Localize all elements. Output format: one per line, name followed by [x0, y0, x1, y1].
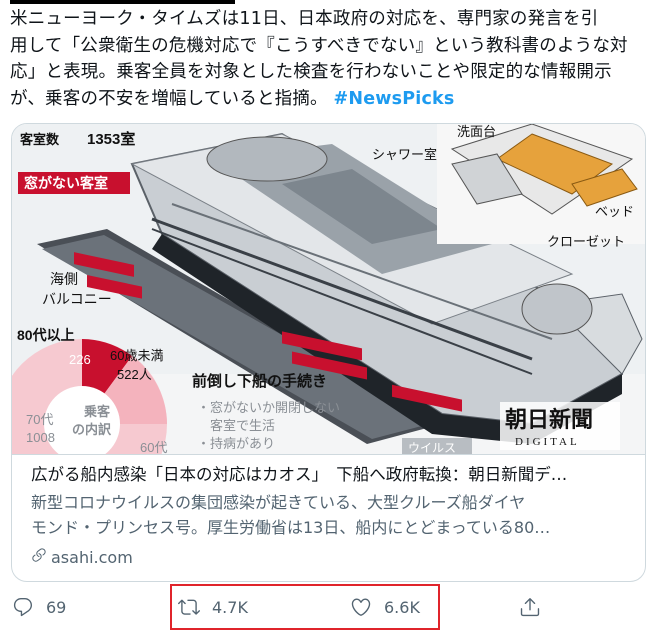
asahi-logo: 朝日新聞 — [505, 407, 593, 432]
ship-infographic: 洗面台 シャワー室 ベッド クローゼット 客室数 1353室 窓がない客室 海側… — [12, 124, 645, 454]
share-icon — [519, 596, 541, 618]
closet-label: クローゼット — [547, 234, 625, 249]
age70-label: 70代 — [26, 412, 53, 427]
card-description-line: 新型コロナウイルスの集団感染が起きている、大型クルーズ船ダイヤ — [31, 493, 526, 512]
tweet-text: 米ニューヨーク・タイムズは11日、日本政府の対応を、専門家の発言を引 用して「公… — [10, 6, 658, 112]
balcony-label-2: バルコニー — [42, 291, 112, 307]
card-divider — [12, 454, 645, 455]
reply-count: 69 — [46, 597, 67, 617]
shower-label: シャワー室 — [372, 147, 437, 162]
balcony-label-1: 海側 — [50, 271, 78, 287]
card-description: 新型コロナウイルスの集団感染が起きている、大型クルーズ船ダイヤ モンド・プリンセ… — [31, 490, 631, 540]
card-description-line: モンド・プリンセス号。厚生労働省は13日、船内にとどまっている80… — [31, 518, 551, 537]
age80-label: 80代以上 — [17, 327, 75, 343]
pie-center-2: の内訳 — [72, 422, 112, 437]
virus-label: ウイルス — [408, 441, 456, 454]
age80-value: 226 — [69, 352, 91, 367]
under60-value: 522人 — [117, 367, 152, 382]
header-fragment-bar — [10, 0, 235, 4]
share-button[interactable] — [519, 585, 541, 629]
under60-label: 60歳未満 — [110, 348, 163, 363]
link-icon — [31, 547, 47, 569]
procedure-item-3: ・持病があり — [197, 436, 275, 451]
hashtag-link[interactable]: #NewsPicks — [334, 89, 455, 109]
tweet-text-line: 米ニューヨーク・タイムズは11日、日本政府の対応を、専門家の発言を引 — [10, 9, 599, 29]
rooms-label: 客室数 — [20, 132, 60, 147]
rooms-count: 1353室 — [87, 130, 135, 148]
washbasin-label: 洗面台 — [457, 124, 496, 139]
pie-center-1: 乗客 — [83, 404, 111, 419]
age60-label: 60代 — [140, 440, 167, 454]
bed-label: ベッド — [595, 204, 634, 219]
age70-value: 1008 — [26, 430, 55, 445]
card-image[interactable]: 洗面台 シャワー室 ベッド クローゼット 客室数 1353室 窓がない客室 海側… — [12, 124, 645, 454]
reply-icon — [12, 596, 34, 618]
highlight-annotation-box — [170, 584, 440, 630]
windowless-label: 窓がない客室 — [24, 175, 108, 191]
tweet-text-line: が、乗客の不安を増幅していると指摘。 #NewsPicks — [10, 88, 455, 109]
procedure-item-2: 客室で生活 — [210, 418, 275, 433]
link-preview-card[interactable]: 洗面台 シャワー室 ベッド クローゼット 客室数 1353室 窓がない客室 海側… — [11, 123, 646, 582]
card-title[interactable]: 広がる船内感染「日本の対応はカオス」 下船へ政府転換：朝日新聞デ… — [31, 463, 631, 487]
procedure-item-1: ・窓がないか開閉しない — [197, 400, 340, 415]
reply-button[interactable]: 69 — [12, 585, 66, 629]
procedure-title: 前倒し下船の手続き — [192, 372, 327, 390]
tweet-text-line: 用して「公衆衛生の危機対応で『こうすべきでない』という教科書のような対 — [10, 35, 628, 56]
asahi-logo-sub: DIGITAL — [515, 436, 580, 448]
tweet-text-line: 応」と表現。乗客全員を対象とした検査を行わないことや限定的な情報開示 — [10, 62, 612, 82]
domain-text: asahi.com — [51, 548, 133, 567]
card-domain[interactable]: asahi.com — [31, 547, 133, 569]
